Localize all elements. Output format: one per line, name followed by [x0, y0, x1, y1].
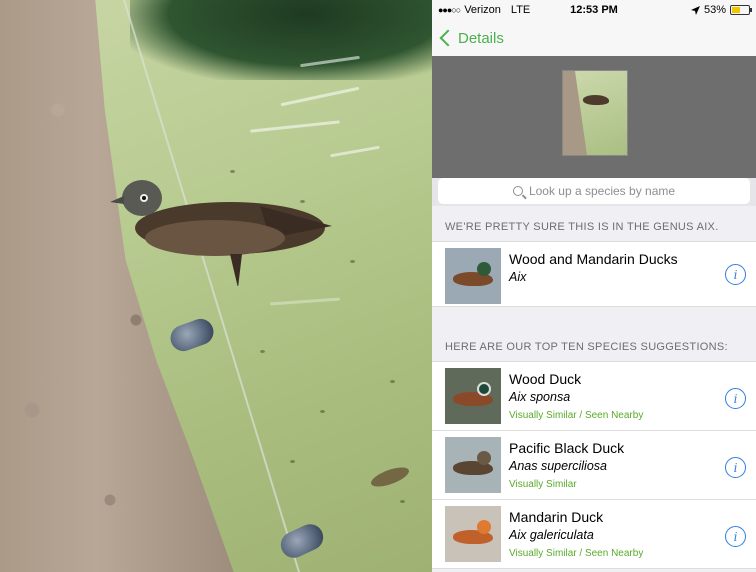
- battery-fill: [732, 7, 741, 13]
- algae-speck: [350, 260, 355, 263]
- species-name: Pacific Black Duck: [509, 440, 625, 456]
- duck: [110, 180, 332, 286]
- info-icon[interactable]: i: [725, 264, 746, 285]
- thumbnail-wall: [563, 71, 587, 155]
- leaf: [368, 463, 412, 491]
- info-icon[interactable]: i: [725, 526, 746, 547]
- duck-head: [477, 451, 491, 465]
- algae-speck: [390, 380, 395, 383]
- thumbnail-duck: [583, 95, 609, 105]
- dark-water: [130, 0, 432, 80]
- info-icon[interactable]: i: [725, 457, 746, 478]
- ripple: [280, 86, 360, 107]
- species-scientific-name: Anas superciliosa: [509, 459, 607, 473]
- observation-photo: [0, 0, 432, 572]
- search-bar: Look up a species by name: [432, 178, 756, 206]
- navigation-bar: Details: [432, 20, 756, 56]
- species-thumbnail: [445, 437, 501, 493]
- search-placeholder: Look up a species by name: [528, 184, 676, 198]
- algae-speck: [260, 350, 265, 353]
- genus-scientific-name: Aix: [509, 270, 527, 284]
- duck-head: [477, 520, 491, 534]
- photo-preview: [432, 56, 756, 181]
- species-thumbnail: [445, 368, 501, 424]
- duck-head: [477, 382, 491, 396]
- species-name: Mandarin Duck: [509, 509, 604, 525]
- algae-speck: [230, 170, 235, 173]
- back-label: Details: [458, 29, 504, 47]
- ripple: [269, 297, 341, 306]
- genus-thumbnail: [445, 248, 501, 304]
- species-tag: Visually Similar / Seen Nearby: [509, 548, 644, 559]
- species-suggestion-screen: ●●●○○ Verizon LTE 12:53 PM 53% Details L…: [432, 0, 756, 572]
- species-row-wood-duck[interactable]: Wood Duck Aix sponsa Visually Similar / …: [432, 362, 756, 431]
- algae-speck: [290, 460, 295, 463]
- species-row-pacific-black-duck[interactable]: Pacific Black Duck Anas superciliosa Vis…: [432, 431, 756, 500]
- species-tag: Visually Similar / Seen Nearby: [509, 410, 644, 421]
- observation-thumbnail[interactable]: [562, 70, 628, 156]
- search-icon: [512, 186, 523, 196]
- search-input[interactable]: Look up a species by name: [438, 178, 750, 204]
- chevron-left-icon: [439, 29, 457, 47]
- genus-section-header: WE'RE PRETTY SURE THIS IS IN THE GENUS A…: [445, 221, 719, 233]
- algae-speck: [400, 500, 405, 503]
- algae-speck: [320, 410, 325, 413]
- genus-row[interactable]: Wood and Mandarin Ducks Aix i: [432, 241, 756, 307]
- species-thumbnail: [445, 506, 501, 562]
- ripple: [330, 145, 380, 158]
- insulator: [166, 315, 218, 355]
- back-button[interactable]: Details: [438, 30, 504, 47]
- status-bar: ●●●○○ Verizon LTE 12:53 PM 53%: [432, 0, 756, 20]
- species-scientific-name: Aix sponsa: [509, 390, 571, 404]
- clock: 12:53 PM: [570, 4, 618, 16]
- species-tag: Visually Similar: [509, 479, 577, 490]
- battery-icon: [730, 5, 752, 15]
- species-name: Wood Duck: [509, 371, 582, 387]
- species-section-header: HERE ARE OUR TOP TEN SPECIES SUGGESTIONS…: [445, 341, 728, 353]
- duck-head: [477, 262, 491, 276]
- ripple: [250, 120, 340, 133]
- genus-name: Wood and Mandarin Ducks: [509, 251, 678, 267]
- info-icon[interactable]: i: [725, 388, 746, 409]
- species-scientific-name: Aix galericulata: [509, 528, 594, 542]
- species-row-mandarin-duck[interactable]: Mandarin Duck Aix galericulata Visually …: [432, 500, 756, 569]
- stone-wall: [0, 0, 240, 572]
